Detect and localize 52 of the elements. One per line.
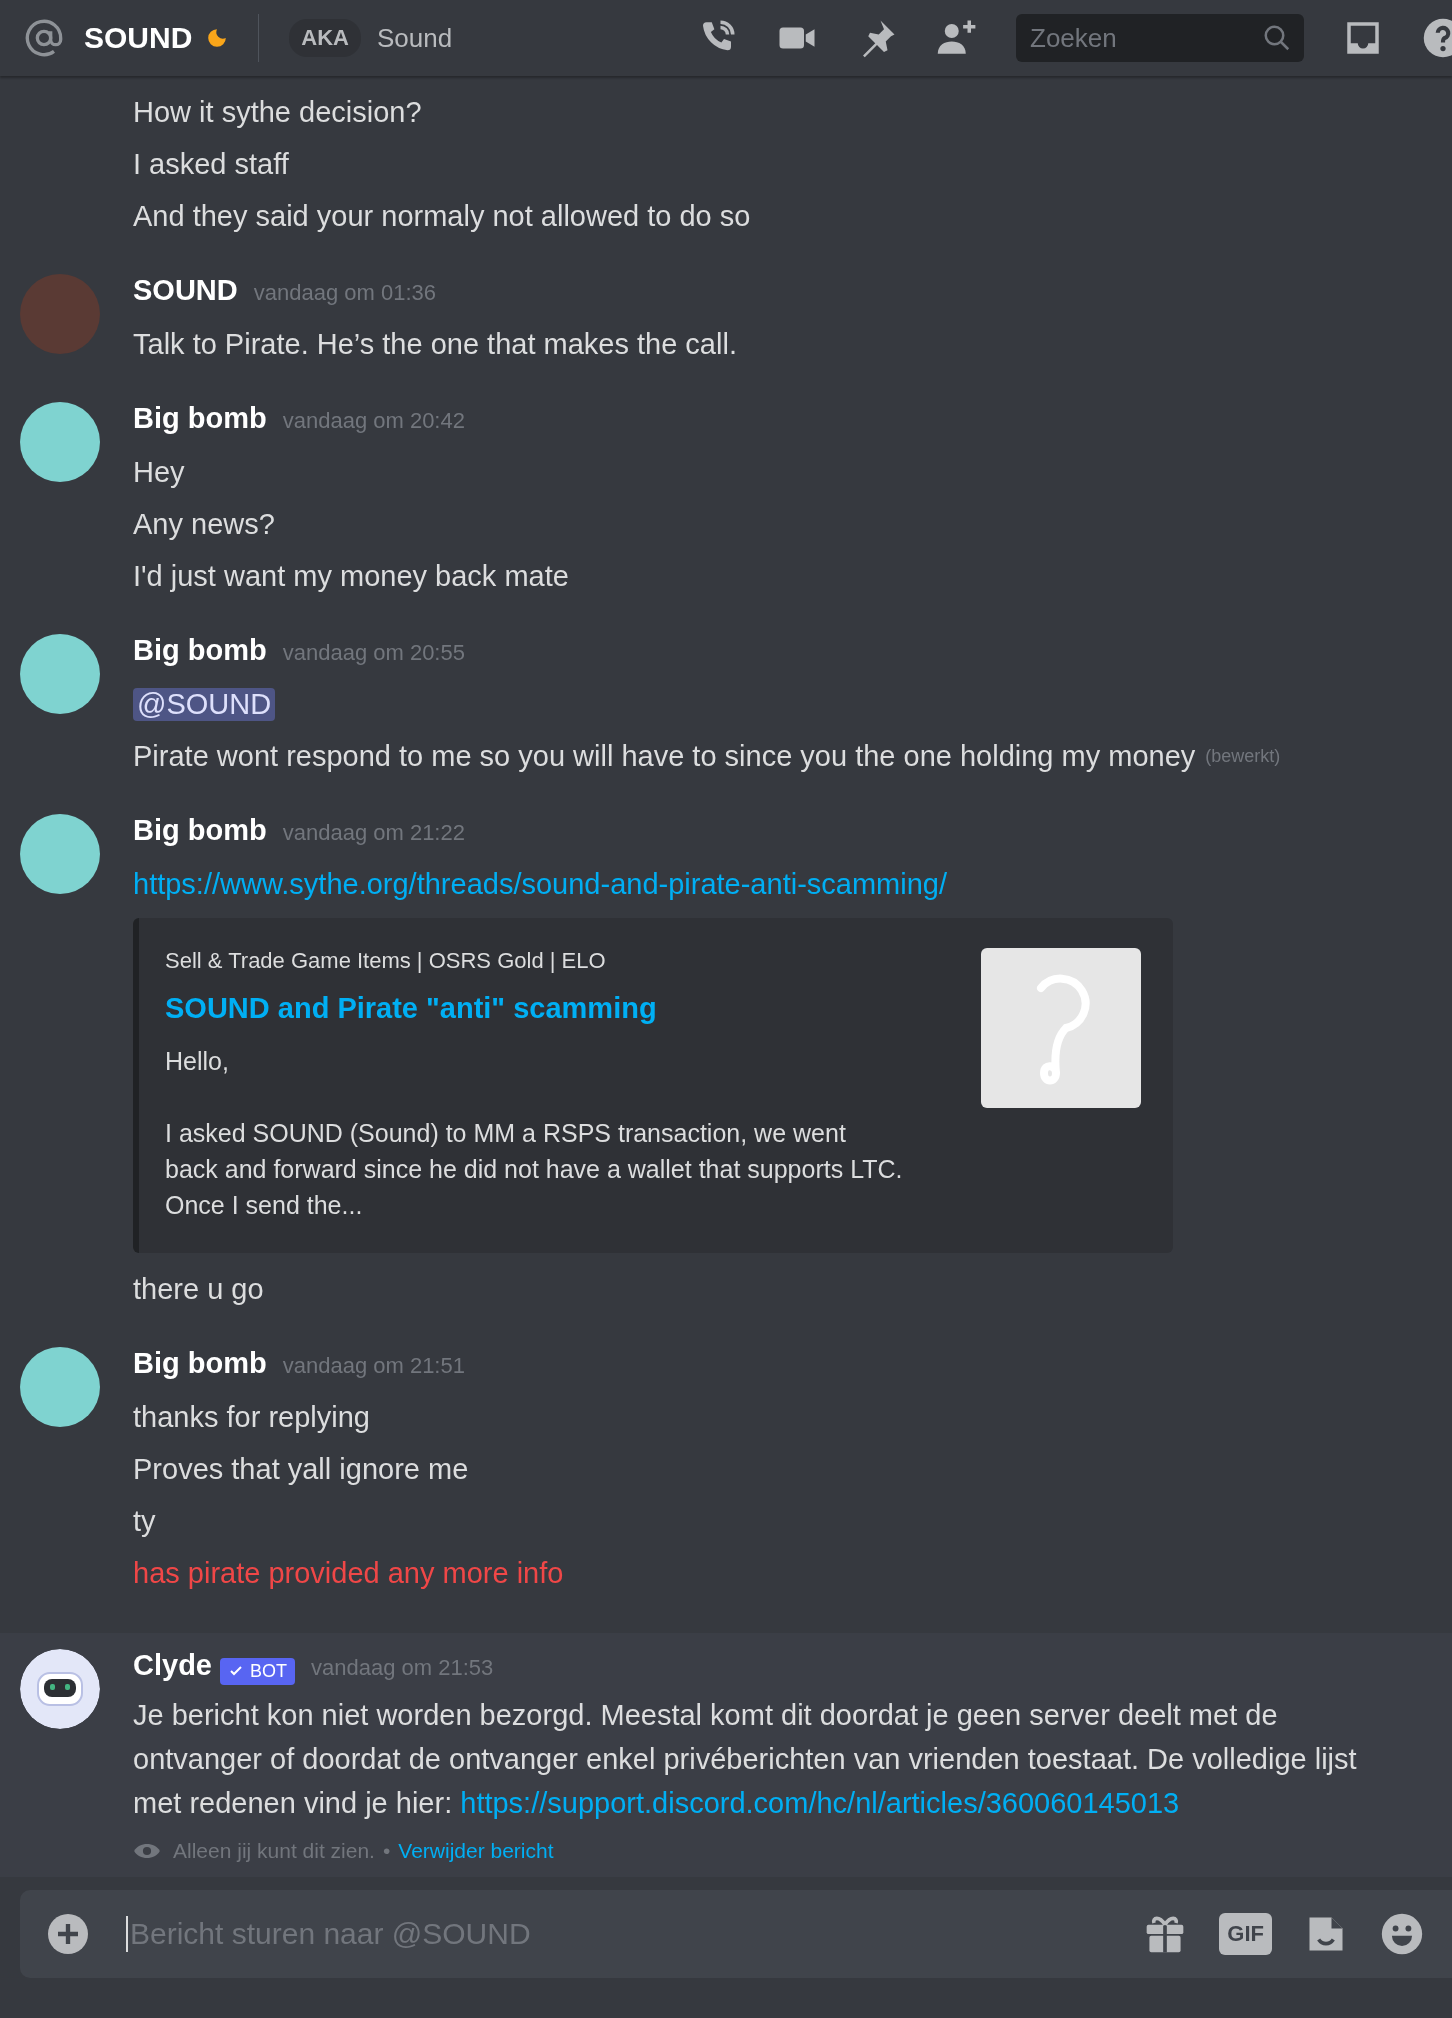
emoji-icon[interactable] <box>1380 1912 1424 1956</box>
search-field[interactable]: Zoeken <box>1016 14 1304 62</box>
message-text: ty <box>133 1504 156 1538</box>
username[interactable]: Big bomb <box>133 814 267 847</box>
gif-button[interactable]: GIF <box>1219 1913 1272 1955</box>
message-text: there u go <box>133 1272 264 1306</box>
moon-icon <box>206 27 229 49</box>
message-text: Pirate wont respond to me so you will have to since you the one holding my money <box>133 739 1196 773</box>
username[interactable]: SOUND <box>133 274 238 307</box>
aka-tag: AKA <box>289 19 361 57</box>
at-sign-icon <box>24 18 64 58</box>
message-text: has pirate provided any more info <box>133 1556 564 1590</box>
message-text: How it sythe decision? <box>133 95 422 129</box>
separator-dot: • <box>382 1839 391 1863</box>
message-text: Talk to Pirate. He’s the one that makes the call. <box>133 327 737 361</box>
add-attachment-icon[interactable] <box>48 1914 88 1954</box>
help-link[interactable]: https://support.discord.com/hc/nl/articles/360060145013 <box>460 1787 1180 1819</box>
embed-provider: Sell & Trade Game Items | OSRS Gold | ELO <box>165 948 607 974</box>
robot-avatar-icon[interactable] <box>20 1649 100 1729</box>
username[interactable]: Big bomb <box>133 1347 267 1380</box>
username[interactable]: Clyde <box>133 1649 212 1682</box>
timestamp: vandaag om 01:36 <box>253 280 436 306</box>
message-text: thanks for replying <box>133 1400 370 1434</box>
message-text: And they said your normaly not allowed to do so <box>133 199 751 233</box>
message-link[interactable]: https://www.sythe.org/threads/sound-and-pirate-anti-scamming/ <box>133 867 947 901</box>
eye-icon <box>133 1841 161 1861</box>
timestamp: vandaag om 20:42 <box>282 408 465 434</box>
embed-title-link[interactable]: SOUND and Pirate "anti" scamming <box>165 992 905 1025</box>
timestamp: vandaag om 21:51 <box>282 1353 465 1379</box>
message-text: I'd just want my money back mate <box>133 559 569 593</box>
search-icon <box>1262 23 1292 53</box>
edited-label: (bewerkt) <box>1205 745 1281 767</box>
embed-description: I asked SOUND (Sound) to MM a RSPS transaction, we went back and forward since he did not have a wallet that supports LTC. Once I send the... <box>165 1118 904 1221</box>
search-input[interactable]: Zoeken <box>1028 21 1262 55</box>
username[interactable]: Big bomb <box>133 402 267 435</box>
timestamp: vandaag om 20:55 <box>282 640 465 666</box>
message-text: Any news? <box>133 507 275 541</box>
help-icon[interactable] <box>1422 17 1452 59</box>
timestamp: vandaag om 21:22 <box>282 820 465 846</box>
username[interactable]: Big bomb <box>133 634 267 667</box>
user-mention[interactable]: @SOUND <box>133 687 276 721</box>
channel-title: SOUND <box>84 21 193 55</box>
message-text: Hey <box>133 455 185 489</box>
timestamp: vandaag om 21:53 <box>311 1655 494 1681</box>
message-text: Je bericht kon niet worden bezorgd. Meestal komt dit doordat je geen server deelt met de ontvanger of doordat de ontvanger enkel privéberichten van vrienden toestaat. De volledige lijst met redenen vind je hier: https://support.discord.com/hc/nl/articles/360060145013 <box>133 1698 1358 1821</box>
delete-message-link[interactable]: Verwijder bericht <box>398 1839 554 1863</box>
visibility-note: Alleen jij kunt dit zien. <box>173 1839 375 1863</box>
message-text: I asked staff <box>133 147 289 181</box>
embed-description: Hello, <box>165 1046 230 1077</box>
nickname: Sound <box>377 22 453 54</box>
message-text: Proves that yall ignore me <box>133 1452 469 1486</box>
bot-badge: BOT <box>220 1657 295 1685</box>
